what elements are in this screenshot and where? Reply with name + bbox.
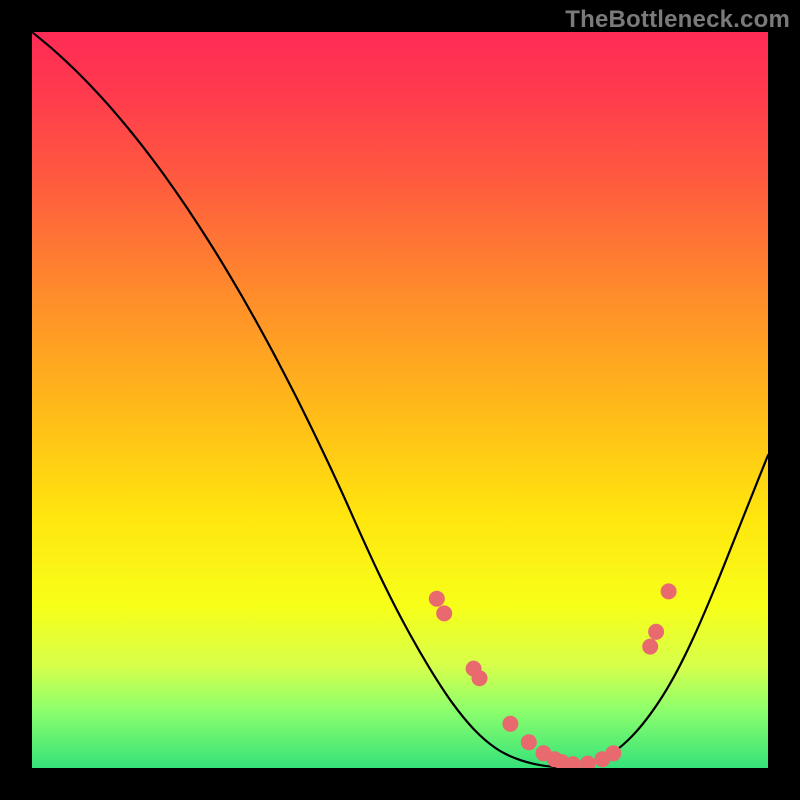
chart-marker-dot [605, 745, 621, 761]
chart-marker-dot [580, 756, 596, 768]
chart-marker-dot [661, 583, 677, 599]
chart-svg [32, 32, 768, 768]
chart-markers [429, 583, 677, 768]
chart-plot-area [32, 32, 768, 768]
chart-frame: TheBottleneck.com [0, 0, 800, 800]
chart-marker-dot [502, 716, 518, 732]
chart-marker-dot [521, 734, 537, 750]
chart-marker-dot [642, 639, 658, 655]
chart-marker-dot [436, 605, 452, 621]
chart-marker-dot [648, 624, 664, 640]
chart-curve [32, 32, 768, 767]
watermark-text: TheBottleneck.com [565, 6, 790, 34]
chart-marker-dot [429, 591, 445, 607]
chart-marker-dot [472, 670, 488, 686]
